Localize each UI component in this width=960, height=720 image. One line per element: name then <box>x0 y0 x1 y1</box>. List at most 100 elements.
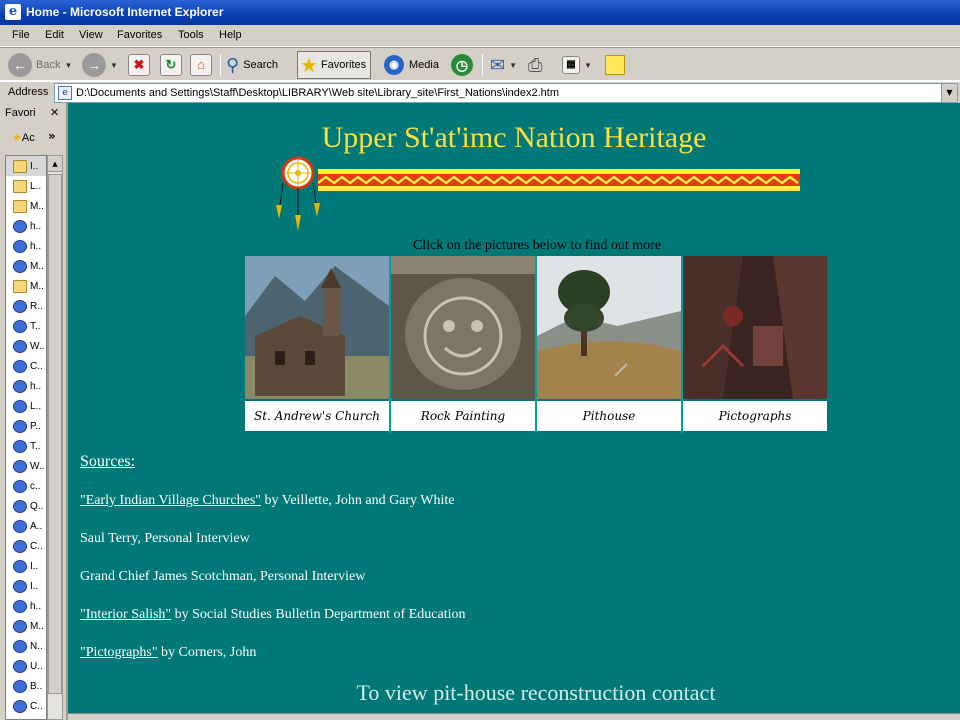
ie-page-icon <box>13 539 27 553</box>
favorites-item[interactable]: W.. <box>6 456 46 476</box>
dreamcatcher-icon <box>276 156 320 231</box>
favorites-item-label: B.. <box>30 680 43 692</box>
favorites-item[interactable]: W.. <box>6 336 46 356</box>
favorites-item[interactable]: P.. <box>6 416 46 436</box>
favorites-item-label: A.. <box>30 520 43 532</box>
footer-text: To view pit-house reconstruction contact <box>356 680 716 705</box>
favorites-item[interactable]: M.. <box>6 196 46 216</box>
media-button[interactable]: ◉ Media <box>384 51 439 79</box>
favorites-item[interactable]: C.. <box>6 696 46 716</box>
source-link[interactable]: "Early Indian Village Churches" <box>80 493 261 508</box>
ie-page-icon <box>13 319 27 333</box>
ie-page-icon <box>13 399 27 413</box>
source-link[interactable]: "Interior Salish" <box>80 607 171 622</box>
ie-page-icon <box>13 479 27 493</box>
favorites-item[interactable]: M.. <box>6 616 46 636</box>
favorites-item[interactable]: h.. <box>6 596 46 616</box>
favorites-item[interactable]: h.. <box>6 216 46 236</box>
favorites-item-label: M.. <box>30 260 44 272</box>
picture-pithouse[interactable]: Pithouse <box>537 256 683 433</box>
refresh-button[interactable]: ↻ <box>160 51 182 79</box>
scroll-up-icon[interactable]: ▲ <box>48 156 62 172</box>
menu-help[interactable]: Help <box>219 29 242 41</box>
favorites-button[interactable]: ★ Favorites <box>297 51 372 79</box>
close-icon[interactable]: ✕ <box>50 106 64 120</box>
scroll-thumb[interactable] <box>48 174 62 694</box>
favorites-item[interactable]: M.. <box>6 276 46 296</box>
picture-church[interactable]: St. Andrew's Church <box>245 256 391 433</box>
favorites-item[interactable]: U.. <box>6 656 46 676</box>
favorites-item-label: C.. <box>30 540 43 552</box>
favorites-item[interactable]: T.. <box>6 316 46 336</box>
back-button[interactable]: ← Back ▼ <box>8 51 72 79</box>
address-value: D:\Documents and Settings\Staff\Desktop\… <box>76 87 560 99</box>
ie-page-icon <box>13 659 27 673</box>
favorites-item[interactable]: I.. <box>6 556 46 576</box>
favorites-item[interactable]: L.. <box>6 176 46 196</box>
ie-page-icon <box>13 439 27 453</box>
picture-pictographs[interactable]: Pictographs <box>683 256 829 433</box>
media-globe-icon: ◉ <box>384 55 404 75</box>
folder-icon <box>13 179 27 193</box>
menu-favorites[interactable]: Favorites <box>117 29 162 41</box>
edit-page-icon: ▦ <box>562 56 580 74</box>
print-button[interactable]: ⎙ <box>528 51 542 79</box>
menu-file[interactable]: File <box>12 29 30 41</box>
stop-button[interactable]: ✖ <box>128 51 150 79</box>
edit-button[interactable]: ▦ ▼ <box>562 51 592 79</box>
favorites-item[interactable]: B.. <box>6 676 46 696</box>
favorites-item[interactable]: c.. <box>6 476 46 496</box>
favorites-add-label: Ac <box>21 132 35 144</box>
search-button[interactable]: ⚲ Search <box>226 51 278 79</box>
pithouse-photo <box>537 256 681 399</box>
favorites-item[interactable]: R.. <box>6 296 46 316</box>
favorites-item[interactable]: L.. <box>6 396 46 416</box>
back-arrow-icon: ← <box>8 53 32 77</box>
favorites-list: I.. L.. M.. h.. h.. M.. M.. R.. T.. W.. C.. h.. L.. P… <box>5 155 47 720</box>
favorites-item[interactable]: T.. <box>6 436 46 456</box>
favorites-scrollbar[interactable]: ▲ <box>47 155 63 720</box>
title-bar[interactable]: e Home - Microsoft Internet Explorer <box>0 0 960 25</box>
favorites-item-label: c.. <box>30 480 41 492</box>
mail-button[interactable]: ✉ ▼ <box>490 51 517 79</box>
favorites-item[interactable]: M.. <box>6 256 46 276</box>
favorites-add-button[interactable]: ★Ac <box>12 131 35 144</box>
notes-button[interactable] <box>605 51 625 79</box>
favorites-item[interactable]: I.. <box>6 576 46 596</box>
address-input[interactable]: e D:\Documents and Settings\Staff\Deskto… <box>54 83 958 103</box>
sticky-note-icon <box>605 55 625 75</box>
search-icon: ⚲ <box>226 54 240 75</box>
home-button[interactable]: ⌂ <box>190 51 212 79</box>
favorites-item[interactable]: A.. <box>6 516 46 536</box>
favorites-item[interactable]: C.. <box>6 356 46 376</box>
ie-page-icon <box>13 379 27 393</box>
ie-page-icon <box>13 339 27 353</box>
favorites-item[interactable]: N.. <box>6 636 46 656</box>
ie-page-icon <box>13 459 27 473</box>
favorites-item[interactable]: C.. <box>6 536 46 556</box>
ie-page-icon <box>13 299 27 313</box>
ie-page-icon <box>13 259 27 273</box>
ie-page-icon <box>13 679 27 693</box>
favorites-item[interactable]: h.. <box>6 236 46 256</box>
history-clock-icon: ◷ <box>451 54 473 76</box>
ie-page-icon <box>13 619 27 633</box>
picture-rock-painting[interactable]: Rock Painting <box>391 256 537 433</box>
favorites-item[interactable]: I.. <box>6 156 46 176</box>
print-icon: ⎙ <box>528 54 543 75</box>
menu-tools[interactable]: Tools <box>178 29 204 41</box>
forward-button[interactable]: → ▼ <box>82 51 118 79</box>
source-link[interactable]: "Pictographs" <box>80 645 158 660</box>
mail-icon: ✉ <box>490 54 506 75</box>
favorites-item[interactable]: Q.. <box>6 496 46 516</box>
favorites-label: Favorites <box>320 59 367 71</box>
favorites-item-label: T.. <box>30 440 41 452</box>
chevron-more-icon[interactable]: » <box>48 129 56 143</box>
favorites-item[interactable]: h.. <box>6 376 46 396</box>
favorites-item-label: C.. <box>30 700 43 712</box>
menu-view[interactable]: View <box>79 29 103 41</box>
history-button[interactable]: ◷ <box>451 51 473 79</box>
menu-edit[interactable]: Edit <box>45 29 64 41</box>
favorites-item-label: N.. <box>30 640 43 652</box>
address-dropdown-button[interactable]: ▼ <box>941 84 957 102</box>
